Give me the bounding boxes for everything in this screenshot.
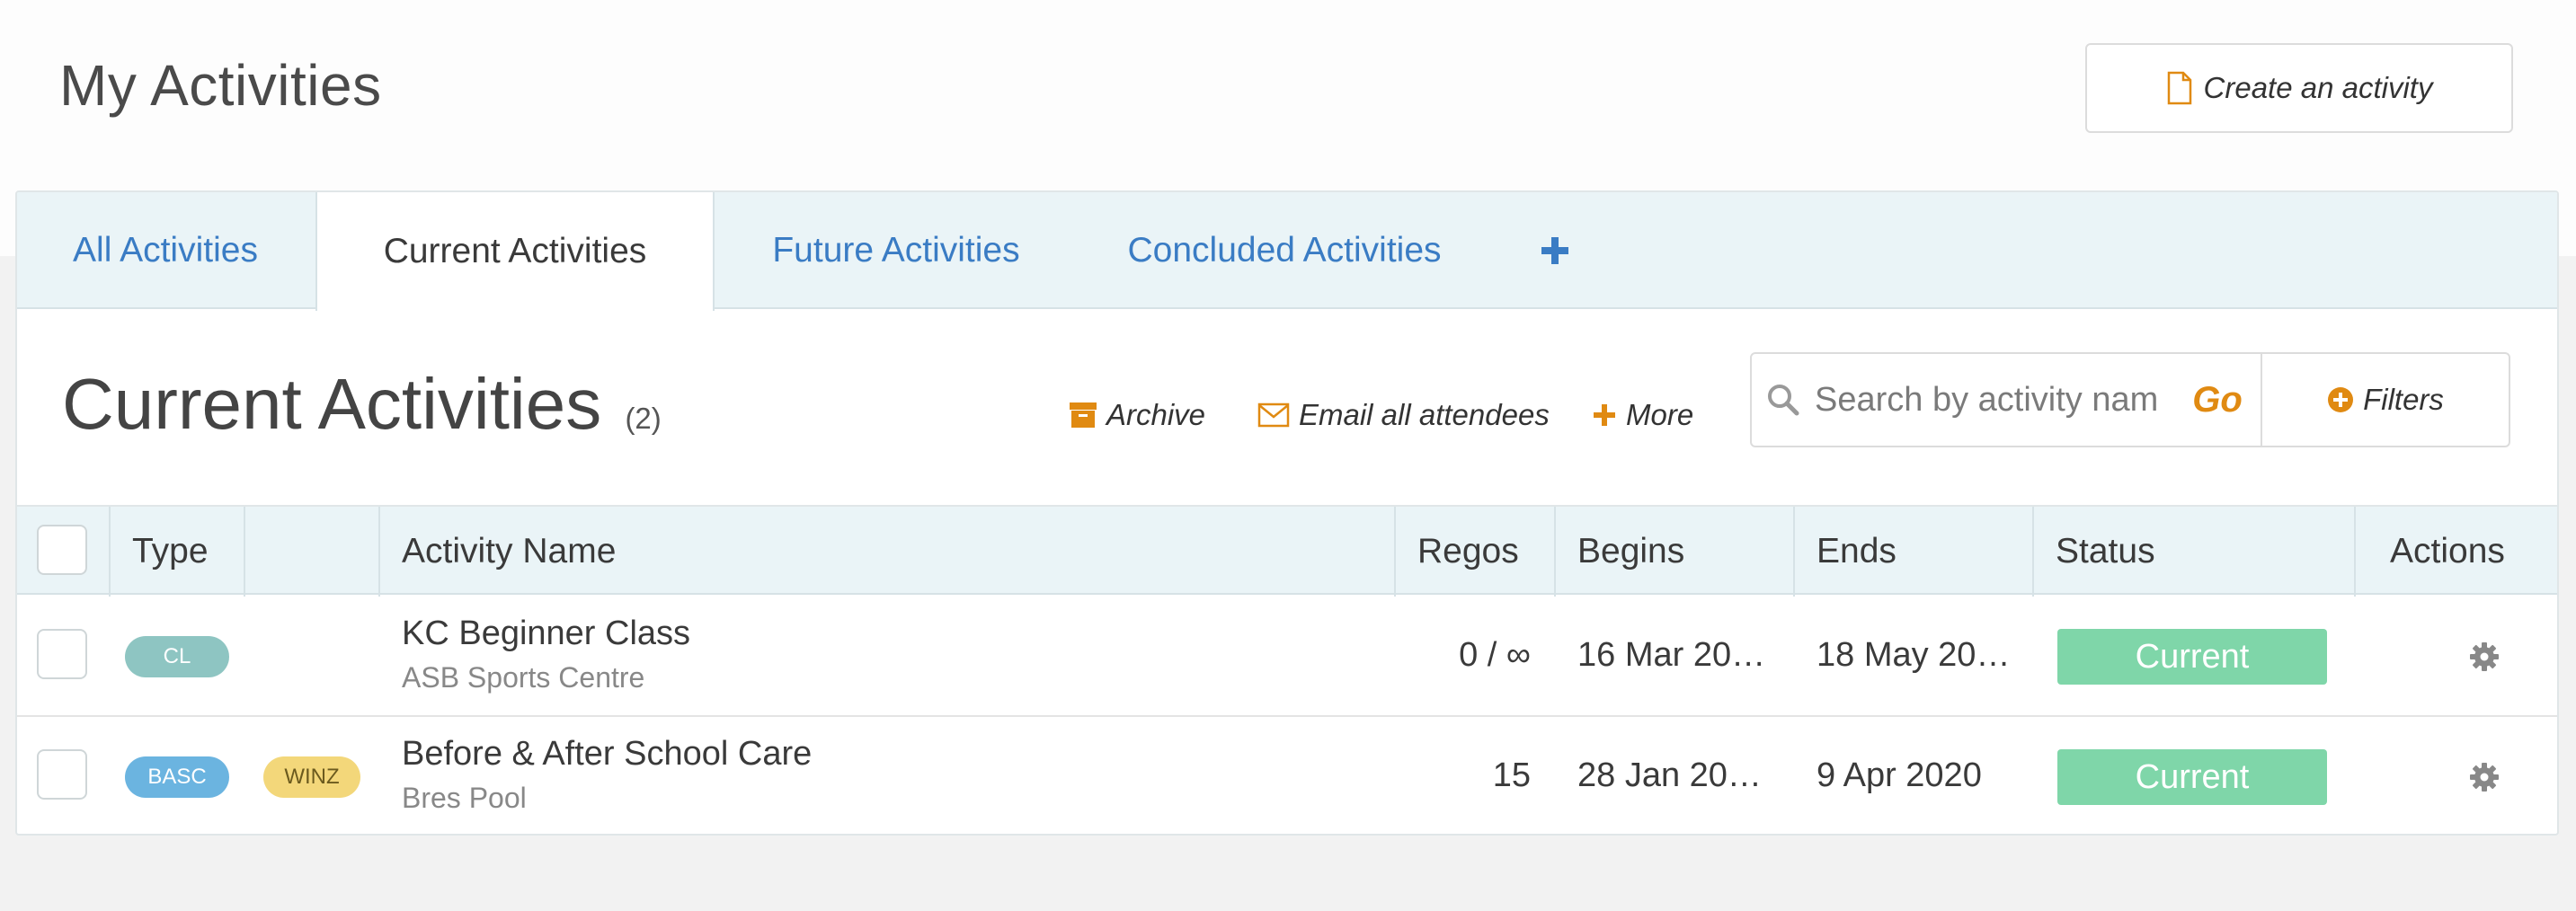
column-divider bbox=[378, 507, 380, 597]
column-divider bbox=[2032, 507, 2034, 597]
tab-all-activities[interactable]: All Activities bbox=[17, 192, 314, 309]
column-divider bbox=[1394, 507, 1396, 597]
gear-icon[interactable] bbox=[2469, 641, 2500, 672]
archive-label: Archive bbox=[1106, 398, 1206, 431]
header-type[interactable]: Type bbox=[132, 507, 209, 597]
row-checkbox[interactable] bbox=[37, 629, 87, 679]
table-row[interactable]: CL KC Beginner Class ASB Sports Centre 0… bbox=[17, 597, 2557, 717]
tab-label: Future Activities bbox=[772, 231, 1020, 270]
header-regos[interactable]: Regos bbox=[1417, 507, 1519, 597]
create-activity-button[interactable]: Create an activity bbox=[2085, 43, 2513, 133]
plus-icon bbox=[1594, 404, 1615, 426]
filters-button[interactable]: Filters bbox=[2261, 354, 2509, 446]
table-row[interactable]: BASC WINZ Before & After School Care Bre… bbox=[17, 717, 2557, 834]
column-divider bbox=[1554, 507, 1556, 597]
header-activity-name[interactable]: Activity Name bbox=[402, 507, 616, 597]
header-begins[interactable]: Begins bbox=[1577, 507, 1684, 597]
email-label: Email all attendees bbox=[1299, 398, 1550, 431]
plus-icon bbox=[1541, 237, 1568, 264]
tab-label: Concluded Activities bbox=[1127, 231, 1442, 270]
tab-concluded-activities[interactable]: Concluded Activities bbox=[1078, 192, 1491, 309]
search-input[interactable] bbox=[1815, 380, 2174, 420]
more-label: More bbox=[1626, 398, 1694, 431]
tab-label: All Activities bbox=[73, 231, 258, 270]
row-checkbox[interactable] bbox=[37, 749, 87, 800]
type-badge: CL bbox=[125, 636, 229, 677]
page-title: My Activities bbox=[59, 53, 382, 118]
search-group: Go Filters bbox=[1750, 352, 2510, 447]
file-icon bbox=[2167, 71, 2191, 105]
column-divider bbox=[1793, 507, 1795, 597]
create-activity-label: Create an activity bbox=[2203, 71, 2433, 104]
begins-value: 16 Mar 20… bbox=[1577, 636, 1766, 674]
add-tab-plus-icon[interactable] bbox=[1532, 228, 1577, 273]
activity-name-link[interactable]: Before & After School Care bbox=[402, 735, 812, 774]
regos-value: 15 bbox=[1492, 756, 1531, 794]
gear-icon[interactable] bbox=[2469, 762, 2500, 792]
activities-card: All Activities Current Activities Future… bbox=[15, 190, 2559, 836]
tab-future-activities[interactable]: Future Activities bbox=[716, 192, 1076, 309]
ends-value: 18 May 20… bbox=[1817, 636, 2011, 674]
envelope-icon bbox=[1257, 402, 1290, 428]
activity-name-link[interactable]: KC Beginner Class bbox=[402, 615, 690, 653]
section-title-text: Current Activities bbox=[62, 364, 602, 444]
tab-label: Current Activities bbox=[383, 232, 647, 270]
header-status[interactable]: Status bbox=[2056, 507, 2155, 597]
section-count: (2) bbox=[625, 402, 662, 435]
activity-venue: ASB Sports Centre bbox=[402, 661, 645, 694]
activity-venue: Bres Pool bbox=[402, 782, 527, 814]
select-all-checkbox[interactable] bbox=[37, 525, 87, 575]
status-badge: Current bbox=[2057, 629, 2327, 685]
go-button[interactable]: Go bbox=[2174, 380, 2261, 420]
regos-value: 0 / ∞ bbox=[1459, 636, 1531, 674]
table-header: Type Activity Name Regos Begins Ends Sta… bbox=[17, 505, 2557, 597]
archive-button[interactable]: Archive bbox=[1069, 388, 1205, 442]
archive-icon bbox=[1070, 402, 1097, 428]
tab-current-activities[interactable]: Current Activities bbox=[315, 192, 715, 311]
column-divider bbox=[109, 507, 111, 597]
status-badge: Current bbox=[2057, 749, 2327, 805]
type-badge: BASC bbox=[125, 756, 229, 798]
tab-bar: All Activities Current Activities Future… bbox=[17, 192, 2557, 311]
filters-label: Filters bbox=[2363, 383, 2444, 416]
column-divider bbox=[244, 507, 245, 597]
plus-circle-icon bbox=[2328, 387, 2354, 412]
funding-badge: WINZ bbox=[263, 756, 360, 798]
column-divider bbox=[2354, 507, 2356, 597]
section-title: Current Activities (2) bbox=[62, 363, 662, 446]
ends-value: 9 Apr 2020 bbox=[1817, 756, 1982, 794]
email-all-attendees-button[interactable]: Email all attendees bbox=[1257, 388, 1550, 442]
more-button[interactable]: More bbox=[1592, 388, 1693, 442]
header-actions: Actions bbox=[2390, 532, 2505, 570]
begins-value: 28 Jan 20… bbox=[1577, 756, 1762, 794]
header-ends[interactable]: Ends bbox=[1817, 507, 1896, 597]
search-icon bbox=[1752, 383, 1815, 417]
